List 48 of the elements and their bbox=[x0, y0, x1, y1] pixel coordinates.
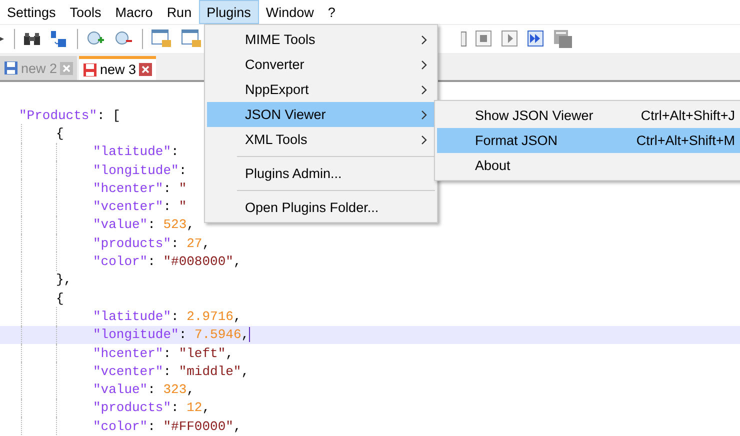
menu-item[interactable]: ? bbox=[320, 0, 342, 24]
code-line: { bbox=[56, 126, 64, 141]
menu-entry[interactable]: Converter bbox=[207, 52, 435, 77]
code-line: "longitude": 7.5946, bbox=[93, 327, 250, 342]
stop-icon[interactable] bbox=[475, 30, 493, 48]
menu-item[interactable]: Tools bbox=[62, 0, 108, 24]
menu-item[interactable]: Window bbox=[258, 0, 321, 24]
fast-forward-icon[interactable] bbox=[527, 30, 545, 48]
menu-entry[interactable]: Plugins Admin... bbox=[207, 161, 435, 186]
menu-item[interactable]: Plugins bbox=[198, 0, 259, 24]
code-line: "latitude": bbox=[93, 144, 179, 160]
chevron-right-icon bbox=[421, 84, 427, 94]
chevron-right-icon bbox=[421, 134, 427, 144]
menu-item[interactable]: Macro bbox=[108, 0, 160, 24]
menu-entry[interactable]: NppExport bbox=[207, 77, 435, 102]
code-line: "value": 323, bbox=[93, 382, 194, 398]
chevron-right-icon bbox=[421, 60, 427, 70]
code-line: "products": 12, bbox=[93, 400, 210, 416]
code-line: { bbox=[56, 290, 64, 306]
menu-item[interactable]: Run bbox=[160, 0, 199, 24]
play-icon[interactable] bbox=[501, 30, 519, 48]
close-icon[interactable] bbox=[139, 63, 152, 76]
code-line: "value": 523, bbox=[93, 217, 194, 232]
code-line: "color": "#FF0000", bbox=[93, 418, 242, 434]
code-line: }, bbox=[56, 272, 72, 288]
menu-entry[interactable]: Format JSON Ctrl+Alt+Shift+M bbox=[437, 128, 740, 153]
close-icon[interactable] bbox=[60, 62, 74, 74]
code-line: "hcenter": "left", bbox=[93, 346, 234, 360]
menu-entry[interactable]: Show JSON Viewer Ctrl+Alt+Shift+J bbox=[437, 103, 740, 128]
menu-entry[interactable]: XML Tools bbox=[207, 127, 435, 152]
chevron-right-icon bbox=[421, 110, 427, 120]
code-line: "vcenter": "middle", bbox=[93, 364, 250, 379]
code-line: "longitude": bbox=[93, 162, 187, 178]
menu-entry[interactable]: About bbox=[437, 153, 740, 178]
code-line: "Products": [ bbox=[19, 108, 120, 123]
menu-item[interactable]: Settings bbox=[0, 0, 63, 24]
code-line: "latitude": 2.9716, bbox=[93, 308, 242, 324]
code-line: "products": 27, bbox=[93, 236, 210, 251]
chevron-right-icon bbox=[421, 34, 427, 44]
menu-entry[interactable]: Open Plugins Folder... bbox=[207, 195, 435, 220]
code-line: "hcenter": " bbox=[93, 180, 187, 196]
menu-entry[interactable]: JSON Viewer bbox=[207, 102, 435, 127]
menu-entry[interactable]: MIME Tools bbox=[207, 27, 435, 52]
code-line: "vcenter": " bbox=[93, 199, 187, 214]
code-line: "color": "#008000", bbox=[93, 254, 242, 270]
binoculars-icon[interactable] bbox=[23, 31, 41, 47]
file-tab[interactable]: new 3 bbox=[79, 56, 156, 80]
text-cursor bbox=[249, 327, 250, 342]
